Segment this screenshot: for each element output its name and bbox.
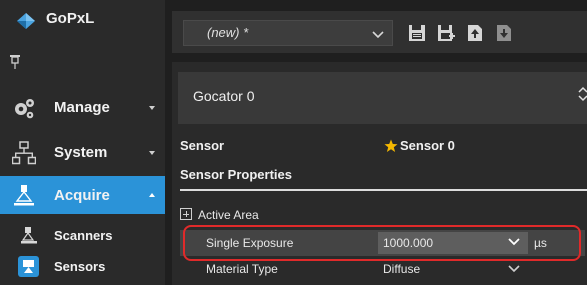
device-select[interactable]: Gocator 0 [178, 72, 587, 124]
chevron-down-icon [149, 151, 155, 155]
sidebar-subitem-label: Scanners [54, 228, 113, 243]
material-type-label: Material Type [206, 262, 278, 276]
sidebar-item-label: Acquire [54, 187, 110, 204]
job-select[interactable]: (new) * [183, 20, 393, 46]
gears-icon [15, 99, 34, 119]
section-divider [180, 189, 587, 191]
download-icon[interactable] [495, 23, 513, 43]
sidebar-subitem-label: Sensors [54, 259, 106, 274]
save-as-icon[interactable] [437, 23, 455, 43]
sidebar-item-system[interactable]: System [0, 133, 165, 173]
sidebar-item-label: System [54, 144, 108, 161]
pin-icon[interactable] [9, 54, 21, 70]
chevron-down-icon [149, 106, 155, 110]
sensor-value: Sensor 0 [400, 138, 455, 153]
sidebar-subitem-sensors[interactable]: Sensors [0, 253, 165, 281]
star-icon [384, 139, 398, 152]
sensor-icon [18, 256, 39, 277]
up-down-arrows-icon [578, 86, 587, 102]
chevron-down-icon[interactable] [508, 265, 520, 273]
device-select-value: Gocator 0 [193, 88, 255, 104]
section-title: Sensor Properties [180, 167, 292, 182]
gopxl-logo-icon [17, 13, 35, 29]
app-name: GoPxL [46, 10, 95, 27]
expand-icon[interactable] [180, 208, 192, 220]
sidebar-item-label: Manage [54, 99, 110, 116]
chevron-up-icon [149, 193, 155, 197]
active-area-label: Active Area [198, 208, 259, 222]
sidebar: GoPxL Manage System Acquire Scanners Sen… [0, 0, 165, 285]
toolbar: (new) * [172, 11, 587, 53]
sidebar-item-manage[interactable]: Manage [0, 88, 165, 128]
scanner-icon [14, 185, 34, 206]
load-icon[interactable] [466, 23, 484, 43]
sidebar-item-acquire[interactable]: Acquire [0, 176, 165, 214]
network-icon [12, 141, 36, 165]
chevron-down-icon [372, 31, 384, 39]
sensor-label: Sensor [180, 138, 225, 153]
save-icon[interactable] [408, 23, 426, 43]
job-select-value: (new) * [207, 25, 249, 40]
highlight-outline [183, 225, 581, 261]
material-type-value[interactable]: Diffuse [383, 262, 420, 276]
scanner-head-icon [21, 227, 37, 244]
sidebar-subitem-scanners[interactable]: Scanners [0, 222, 165, 250]
